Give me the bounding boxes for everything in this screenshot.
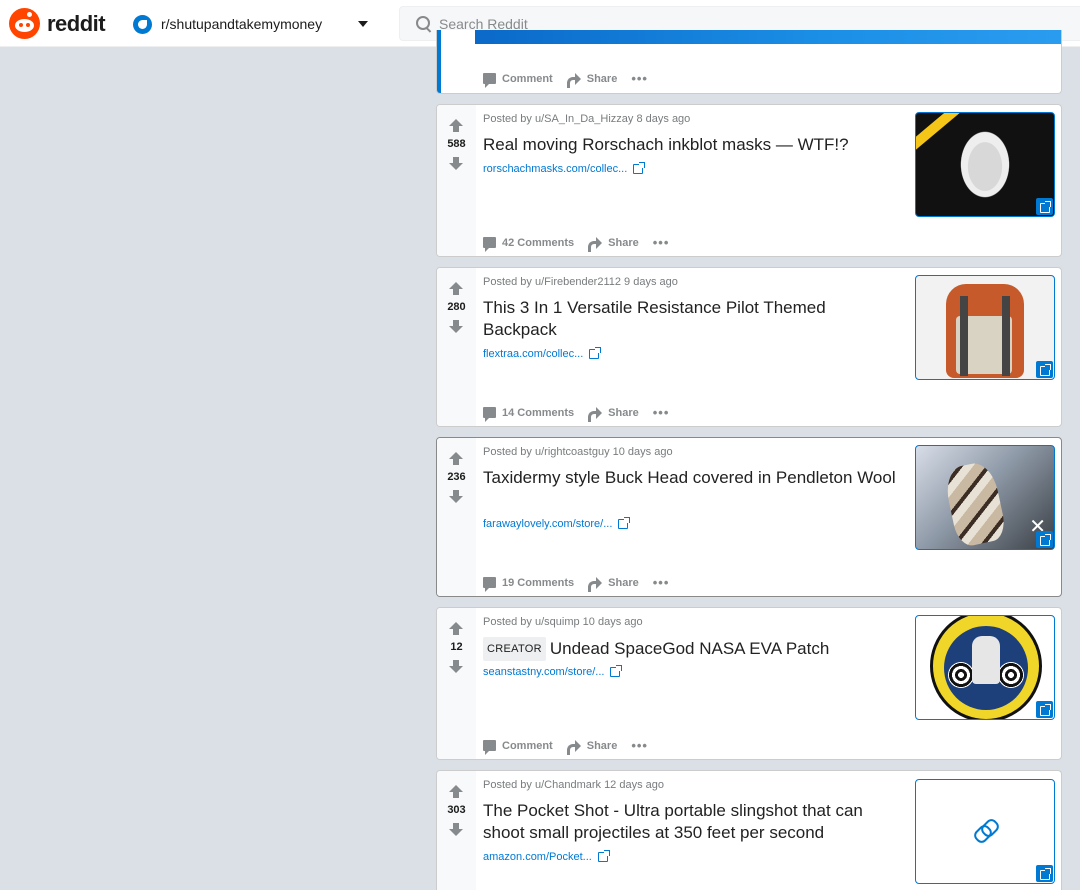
- vote-column: 280: [437, 268, 476, 426]
- downvote-icon[interactable]: [449, 823, 463, 837]
- more-options-button[interactable]: •••: [653, 575, 670, 590]
- downvote-icon[interactable]: [449, 490, 463, 504]
- external-link-icon: [597, 850, 610, 862]
- post-title[interactable]: Taxidermy style Buck Head covered in Pen…: [483, 467, 898, 489]
- post-link[interactable]: amazon.com/Pocket...: [483, 850, 610, 863]
- vote-score: 12: [450, 641, 463, 653]
- post-card-partial[interactable]: Comment Share •••: [436, 30, 1062, 94]
- external-link-icon: [610, 665, 623, 677]
- post-thumbnail[interactable]: ✕: [915, 445, 1055, 550]
- vote-column: 588: [437, 105, 476, 256]
- downvote-icon[interactable]: [449, 660, 463, 674]
- post-actions: 14 Comments Share •••: [483, 405, 683, 422]
- external-link-icon: [1036, 198, 1053, 215]
- comments-button[interactable]: 19 Comments: [483, 577, 574, 592]
- search-icon: [416, 15, 432, 32]
- share-icon: [588, 406, 603, 422]
- share-icon: [588, 576, 603, 592]
- post-card[interactable]: 303 Posted by u/Chandmark 12 days ago Th…: [436, 770, 1062, 890]
- external-link-icon: [1036, 361, 1053, 378]
- creator-flair: CREATOR: [483, 637, 546, 661]
- share-icon: [566, 739, 581, 755]
- post-title[interactable]: The Pocket Shot - Ultra portable slingsh…: [483, 800, 898, 844]
- share-button[interactable]: Share: [588, 576, 639, 592]
- downvote-icon[interactable]: [449, 320, 463, 334]
- vote-score: 588: [447, 138, 466, 150]
- post-meta: Posted by u/rightcoastguy 10 days ago: [483, 446, 673, 458]
- post-link[interactable]: rorschachmasks.com/collec...: [483, 162, 646, 175]
- more-options-button[interactable]: •••: [653, 405, 670, 420]
- subreddit-name: r/shutupandtakemymoney: [161, 16, 323, 32]
- vote-score: 303: [447, 804, 466, 816]
- comment-icon: [483, 237, 496, 252]
- post-meta: Posted by u/squimp 10 days ago: [483, 616, 643, 628]
- external-link-icon: [1036, 865, 1053, 882]
- comments-button[interactable]: 14 Comments: [483, 407, 574, 422]
- post-actions: 19 Comments Share •••: [483, 575, 683, 592]
- post-image-partial[interactable]: [475, 30, 1061, 44]
- post-link[interactable]: flextraa.com/collec...: [483, 347, 602, 360]
- post-link[interactable]: seanstastny.com/store/...: [483, 665, 623, 678]
- more-options-button[interactable]: •••: [631, 738, 648, 753]
- post-link[interactable]: farawaylovely.com/store/...: [483, 517, 631, 530]
- external-link-icon: [1036, 531, 1053, 548]
- post-actions: Comment Share •••: [483, 71, 662, 88]
- post-thumbnail[interactable]: [915, 779, 1055, 884]
- external-link-icon: [633, 162, 646, 174]
- upvote-icon[interactable]: [449, 282, 463, 296]
- vote-column: 303: [437, 771, 476, 890]
- post-actions: 42 Comments Share •••: [483, 235, 683, 252]
- upvote-icon[interactable]: [449, 452, 463, 466]
- external-link-icon: [618, 517, 631, 529]
- subreddit-dropdown[interactable]: r/shutupandtakemymoney: [133, 12, 378, 36]
- post-title[interactable]: CREATOR Undead SpaceGod NASA EVA Patch: [483, 637, 898, 661]
- post-meta: Posted by u/Firebender2112 9 days ago: [483, 276, 678, 288]
- share-button[interactable]: Share: [566, 72, 617, 88]
- post-card[interactable]: 236 Posted by u/rightcoastguy 10 days ag…: [436, 437, 1062, 597]
- snoo-icon: [9, 8, 40, 39]
- post-title[interactable]: Real moving Rorschach inkblot masks — WT…: [483, 134, 898, 156]
- post-meta: Posted by u/Chandmark 12 days ago: [483, 779, 665, 791]
- comment-icon: [483, 73, 496, 88]
- comments-button[interactable]: Comment: [483, 73, 553, 88]
- post-card[interactable]: 588 Posted by u/SA_In_Da_Hizzay 8 days a…: [436, 104, 1062, 257]
- more-options-button[interactable]: •••: [631, 71, 648, 86]
- vote-column: 236: [437, 438, 476, 596]
- share-icon: [566, 72, 581, 88]
- share-button[interactable]: Share: [566, 739, 617, 755]
- upvote-icon[interactable]: [449, 622, 463, 636]
- comment-icon: [483, 577, 496, 592]
- more-options-button[interactable]: •••: [653, 235, 670, 250]
- external-link-icon: [1036, 701, 1053, 718]
- subreddit-icon: [133, 14, 152, 34]
- link-icon: [974, 820, 996, 842]
- caret-down-icon: [358, 21, 368, 27]
- post-meta: Posted by u/SA_In_Da_Hizzay 8 days ago: [483, 113, 691, 125]
- vote-score: 280: [447, 301, 466, 313]
- vote-column: 12: [437, 608, 476, 759]
- downvote-icon[interactable]: [449, 157, 463, 171]
- external-link-icon: [589, 347, 602, 359]
- post-card[interactable]: 12 Posted by u/squimp 10 days ago CREATO…: [436, 607, 1062, 760]
- post-thumbnail[interactable]: [915, 615, 1055, 720]
- comments-button[interactable]: 42 Comments: [483, 237, 574, 252]
- post-thumbnail[interactable]: [915, 275, 1055, 380]
- comment-icon: [483, 407, 496, 422]
- reddit-logo[interactable]: reddit: [9, 8, 106, 39]
- post-card[interactable]: 280 Posted by u/Firebender2112 9 days ag…: [436, 267, 1062, 427]
- logo-text: reddit: [47, 10, 106, 36]
- share-button[interactable]: Share: [588, 406, 639, 422]
- upvote-icon[interactable]: [449, 785, 463, 799]
- share-icon: [588, 236, 603, 252]
- promoted-edge: [437, 30, 441, 93]
- post-title[interactable]: This 3 In 1 Versatile Resistance Pilot T…: [483, 297, 898, 341]
- post-actions: Comment Share •••: [483, 738, 662, 755]
- vote-score: 236: [447, 471, 466, 483]
- upvote-icon[interactable]: [449, 119, 463, 133]
- share-button[interactable]: Share: [588, 236, 639, 252]
- comment-icon: [483, 740, 496, 755]
- comments-button[interactable]: Comment: [483, 740, 553, 755]
- post-thumbnail[interactable]: [915, 112, 1055, 217]
